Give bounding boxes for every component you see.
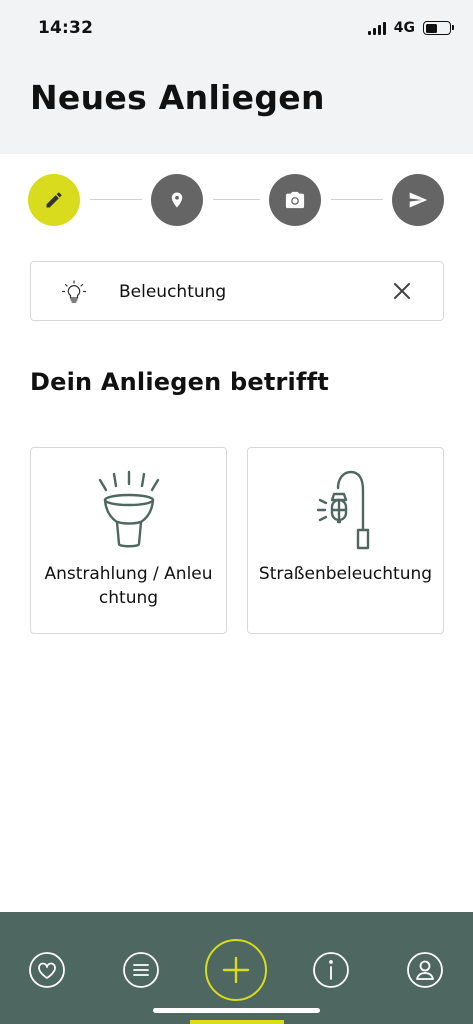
step-connector (90, 199, 142, 200)
location-pin-icon (171, 192, 183, 208)
status-indicators: 4G (367, 20, 454, 36)
heart-icon (29, 952, 65, 988)
option-anstrahlung[interactable]: Anstrahlung / Anleuchtung (30, 447, 227, 634)
plus-icon (222, 956, 250, 984)
tab-bar (0, 912, 473, 1024)
tab-list[interactable] (122, 951, 160, 989)
lightbulb-icon (61, 280, 87, 303)
header: Neues Anliegen (0, 60, 473, 154)
battery-icon (423, 21, 454, 35)
step-photo[interactable] (269, 174, 321, 226)
tab-profile[interactable] (406, 951, 444, 989)
step-send[interactable] (392, 174, 444, 226)
list-icon (123, 952, 159, 988)
street-lamp-icon (316, 470, 369, 550)
step-edit[interactable] (28, 174, 80, 226)
category-label: Beleuchtung (119, 282, 227, 302)
status-time: 14:32 (38, 18, 94, 38)
status-bar: 14:32 4G (0, 0, 473, 60)
send-icon (409, 192, 428, 208)
option-strassenbeleuchtung[interactable]: Straßenbeleuchtung (247, 447, 444, 634)
user-icon (407, 952, 443, 988)
active-tab-indicator (190, 1020, 284, 1024)
step-connector (213, 199, 260, 200)
pencil-icon (46, 192, 62, 208)
section-title: Dein Anliegen betrifft (30, 368, 329, 396)
option-label: Anstrahlung / Anleuchtung (44, 564, 213, 608)
page-title: Neues Anliegen (30, 78, 325, 117)
selected-category: Beleuchtung (30, 261, 444, 321)
close-icon[interactable] (393, 282, 411, 300)
step-connector (331, 199, 383, 200)
tab-favorites[interactable] (28, 951, 66, 989)
tab-info[interactable] (312, 951, 350, 989)
spotlight-icon (98, 470, 159, 548)
step-location[interactable] (151, 174, 203, 226)
tab-new[interactable] (205, 939, 267, 1001)
home-indicator (153, 1008, 320, 1013)
info-icon (313, 952, 349, 988)
progress-stepper (0, 174, 473, 226)
option-label: Straßenbeleuchtung (258, 564, 433, 584)
network-type: 4G (393, 20, 415, 36)
signal-icon (367, 21, 386, 35)
camera-icon (285, 191, 305, 209)
